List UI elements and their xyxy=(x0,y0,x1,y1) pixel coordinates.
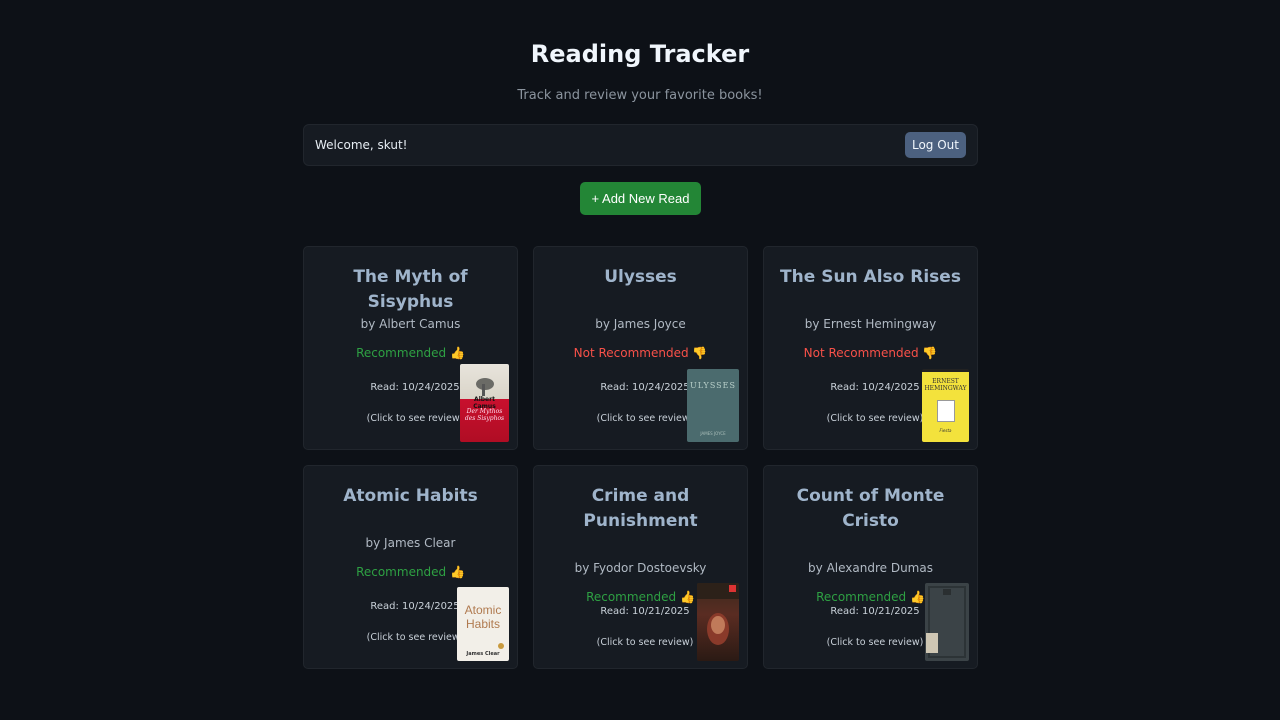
read-date: Read: 10/24/2025 xyxy=(830,382,920,393)
book-card[interactable]: Count of Monte Cristo by Alexandre Dumas… xyxy=(763,465,978,669)
book-title: Atomic Habits xyxy=(343,486,478,506)
review-hint: (Click to see review) xyxy=(596,413,694,424)
review-hint: (Click to see review) xyxy=(366,413,464,424)
book-author: by Albert Camus xyxy=(360,317,461,331)
book-author: by Ernest Hemingway xyxy=(804,317,937,331)
book-cover: Albert Camus Der Mythos des Sisyphos xyxy=(460,364,509,442)
read-date: Read: 10/24/2025 xyxy=(370,601,460,612)
welcome-text: Welcome, skut! xyxy=(315,138,408,152)
cover-art-icon xyxy=(926,586,966,658)
book-title: Ulysses xyxy=(604,267,677,287)
book-author: by Alexandre Dumas xyxy=(808,561,933,575)
book-title: Crime and Punishment xyxy=(583,486,698,531)
cover-art-icon xyxy=(476,378,494,396)
cover-author: James Clear xyxy=(466,651,500,657)
book-card[interactable]: The Myth of Sisyphus by Albert Camus Rec… xyxy=(303,246,518,450)
book-card[interactable]: Ulysses by James Joyce Not Recommended 👎… xyxy=(533,246,748,450)
read-date: Read: 10/21/2025 xyxy=(830,606,920,617)
cover-author: JAMES JOYCE xyxy=(700,431,726,436)
cover-title: ULYSSES xyxy=(690,381,736,390)
book-card[interactable]: Atomic Habits by James Clear Recommended… xyxy=(303,465,518,669)
recommendation-status: Not Recommended 👎 xyxy=(803,346,938,360)
review-hint: (Click to see review) xyxy=(826,637,924,648)
cover-title: Fiesta xyxy=(939,428,952,433)
review-hint: (Click to see review) xyxy=(366,632,464,643)
book-card[interactable]: The Sun Also Rises by Ernest Hemingway N… xyxy=(763,246,978,450)
book-title: The Myth of Sisyphus xyxy=(353,267,468,312)
cover-title: Atomic Habits xyxy=(464,603,502,631)
recommendation-status: Recommended 👍 xyxy=(356,346,465,360)
book-cover xyxy=(925,583,969,661)
book-cover: ULYSSES JAMES JOYCE xyxy=(687,369,739,442)
book-cover: ERNEST HEMINGWAY Fiesta xyxy=(922,369,969,442)
cover-badge-icon xyxy=(498,643,504,649)
book-author: by James Joyce xyxy=(595,317,686,331)
page-subtitle: Track and review your favorite books! xyxy=(517,88,763,103)
recommendation-status: Recommended 👍 xyxy=(356,565,465,579)
book-cover: Atomic Habits James Clear xyxy=(457,587,509,661)
page-title: Reading Tracker xyxy=(530,40,750,68)
logout-button[interactable]: Log Out xyxy=(905,132,966,158)
cover-author: ERNEST HEMINGWAY xyxy=(924,378,967,392)
read-date: Read: 10/24/2025 xyxy=(370,382,460,393)
book-card[interactable]: Crime and Punishment by Fyodor Dostoevsk… xyxy=(533,465,748,669)
book-grid: The Myth of Sisyphus by Albert Camus Rec… xyxy=(303,246,978,669)
book-cover xyxy=(697,583,739,661)
add-new-read-button[interactable]: + Add New Read xyxy=(580,182,701,215)
read-date: Read: 10/21/2025 xyxy=(600,606,690,617)
recommendation-status: Not Recommended 👎 xyxy=(573,346,708,360)
cover-title: Der Mythos des Sisyphos xyxy=(464,408,505,422)
book-author: by Fyodor Dostoevsky xyxy=(574,561,707,575)
review-hint: (Click to see review) xyxy=(826,413,924,424)
user-bar: Welcome, skut! Log Out xyxy=(303,124,978,166)
cover-portrait-icon xyxy=(697,583,739,645)
book-title: Count of Monte Cristo xyxy=(796,486,945,531)
book-author: by James Clear xyxy=(365,536,456,550)
read-date: Read: 10/24/2025 xyxy=(600,382,690,393)
review-hint: (Click to see review) xyxy=(596,637,694,648)
book-title: The Sun Also Rises xyxy=(780,267,961,287)
cover-illustration xyxy=(937,400,955,422)
